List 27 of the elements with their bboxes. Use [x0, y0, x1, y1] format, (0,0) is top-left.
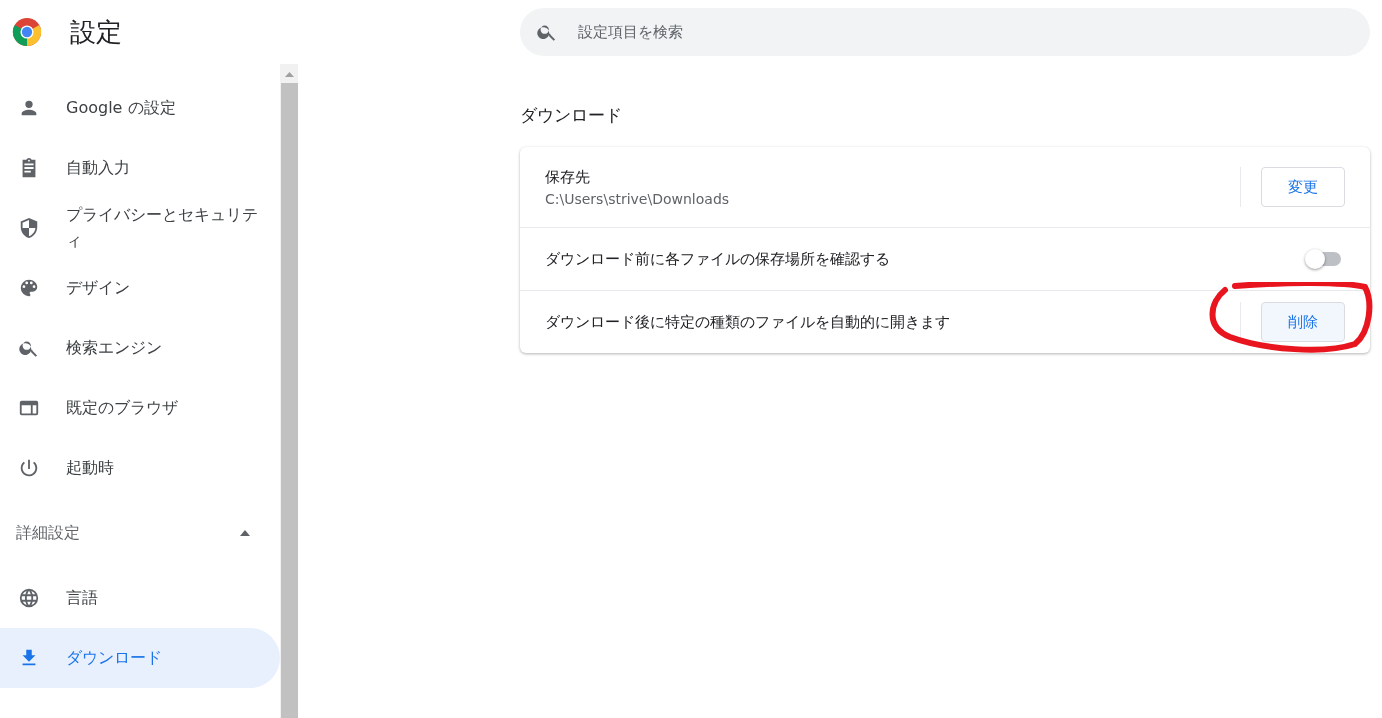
section-title: ダウンロード	[520, 104, 623, 127]
globe-icon	[18, 587, 40, 609]
scroll-up-icon[interactable]	[284, 72, 294, 77]
setting-label: ダウンロード後に特定の種類のファイルを自動的に開きます	[545, 312, 951, 332]
collapse-caret-icon	[240, 530, 250, 536]
palette-icon	[18, 277, 40, 299]
sidebar-item[interactable]: プライバシーとセキュリティ	[0, 198, 280, 258]
setting-label: 保存先	[545, 167, 591, 187]
sidebar-item[interactable]: 起動時	[0, 438, 280, 498]
setting-value: C:\Users\strive\Downloads	[545, 190, 731, 207]
search-field[interactable]: 設定項目を検索	[520, 8, 1370, 56]
browser-logo-icon	[12, 17, 42, 47]
action-button[interactable]: 変更	[1261, 167, 1345, 207]
toggle-switch[interactable]	[1307, 252, 1341, 266]
sidebar-item[interactable]: Google の設定	[0, 78, 280, 138]
setting-label: ダウンロード前に各ファイルの保存場所を確認する	[545, 249, 891, 269]
power-icon	[18, 457, 40, 479]
advanced-section-header[interactable]: 詳細設定	[0, 498, 280, 568]
sidebar-item[interactable]: 検索エンジン	[0, 318, 280, 378]
sidebar-item[interactable]: 自動入力	[0, 138, 280, 198]
page-title: 設定	[70, 15, 122, 49]
action-button[interactable]: 削除	[1261, 302, 1345, 342]
sidebar-item[interactable]: 既定のブラウザ	[0, 378, 280, 438]
sidebar-item[interactable]: ダウンロード	[0, 628, 280, 688]
sidebar-item[interactable]: 言語	[0, 568, 280, 628]
sidebar-item[interactable]: デザイン	[0, 258, 280, 318]
shield-icon	[18, 217, 40, 239]
